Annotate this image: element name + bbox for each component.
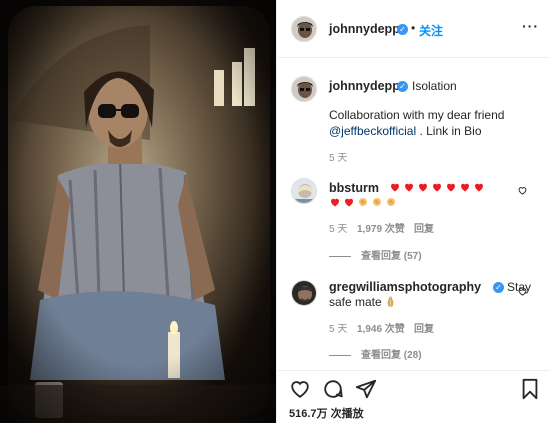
header-username[interactable]: johnnydepp (329, 22, 400, 36)
red-heart-emoji-icon (419, 183, 427, 192)
author-avatar[interactable] (291, 16, 317, 42)
folded-hands-emoji-icon (387, 296, 394, 307)
comment-likes[interactable]: 1,946 次赞 (357, 320, 405, 335)
like-heart-icon[interactable] (289, 378, 311, 400)
share-send-icon[interactable] (355, 378, 377, 400)
comment-username[interactable]: gregwilliamsphotography (329, 280, 481, 294)
comment-reply-button[interactable]: 回复 (414, 320, 434, 335)
verified-badge-icon: ✓ (493, 282, 504, 293)
caption-avatar[interactable] (291, 76, 317, 102)
comment-reply-button[interactable]: 回复 (414, 220, 434, 235)
save-bookmark-icon[interactable] (519, 378, 541, 400)
view-replies-button[interactable]: 查看回复 (57) (329, 247, 422, 262)
red-heart-emoji-icon (433, 183, 441, 192)
caption-line2: @jeffbeckofficial . Link in Bio (329, 124, 482, 138)
mention-link[interactable]: @jeffbeckofficial (329, 124, 416, 138)
comment-emojis-line2 (329, 195, 399, 209)
comment-likes[interactable]: 1,979 次赞 (357, 220, 405, 235)
comment-heart-emojis (389, 180, 487, 194)
comment-text-line2: safe mate (329, 295, 382, 309)
verified-badge-icon: ✓ (397, 81, 408, 92)
comment-avatar[interactable] (291, 280, 317, 306)
comment-avatar[interactable] (291, 178, 317, 204)
like-comment-heart-icon[interactable] (517, 286, 528, 297)
view-count[interactable]: 516.7万 次播放 (289, 405, 364, 421)
replies-divider (329, 354, 351, 356)
caption-title: Isolation (412, 79, 457, 93)
red-heart-emoji-icon (391, 183, 399, 192)
post-header: johnnydepp ✓ • 关注 ··· (277, 0, 550, 58)
caption-time[interactable]: 5 天 (329, 149, 347, 164)
red-heart-emoji-icon (331, 198, 339, 207)
post-photo[interactable] (0, 0, 276, 423)
clapping-hands-emoji-icon (359, 198, 367, 207)
clapping-hands-emoji-icon (387, 198, 395, 207)
red-heart-emoji-icon (461, 183, 469, 192)
caption-line1: Collaboration with my dear friend (329, 108, 505, 122)
replies-divider (329, 255, 351, 257)
caption-username[interactable]: johnnydepp (329, 79, 400, 93)
header-separator: • (411, 21, 416, 35)
verified-badge-icon: ✓ (397, 24, 408, 35)
post-side-panel: johnnydepp ✓ • 关注 ··· johnnydepp ✓ Isola… (276, 0, 550, 423)
clapping-hands-emoji-icon (373, 198, 381, 207)
more-options-icon[interactable]: ··· (522, 18, 539, 34)
view-replies-button[interactable]: 查看回复 (28) (329, 346, 422, 361)
red-heart-emoji-icon (345, 198, 353, 207)
caption-line2-rest: . Link in Bio (416, 124, 482, 138)
red-heart-emoji-icon (405, 183, 413, 192)
comment-username[interactable]: bbsturm (329, 181, 379, 195)
photo-illustration (0, 0, 276, 423)
red-heart-emoji-icon (447, 183, 455, 192)
comment-bubble-icon[interactable] (322, 378, 344, 400)
comment-time[interactable]: 5 天 (329, 220, 347, 235)
comment-time[interactable]: 5 天 (329, 320, 347, 335)
follow-button[interactable]: 关注 (419, 22, 443, 39)
post-action-bar: 516.7万 次播放 (277, 370, 550, 423)
red-heart-emoji-icon (475, 183, 483, 192)
like-comment-heart-icon[interactable] (517, 185, 528, 196)
